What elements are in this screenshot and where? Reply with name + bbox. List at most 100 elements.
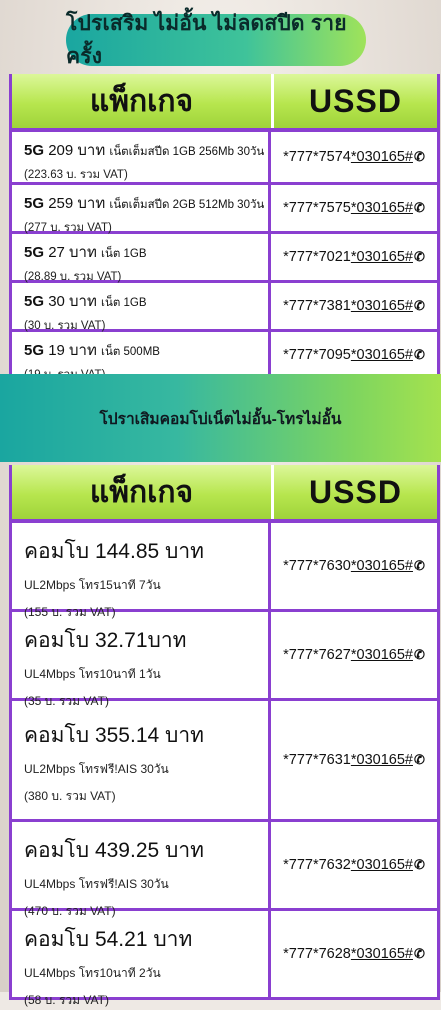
package-line: 5G 19 บาท เน็ต 500MB — [24, 338, 268, 362]
ussd-code[interactable]: *777*7021 *030165# ✆ — [271, 234, 437, 280]
ussd-code-suffix: *030165# — [350, 647, 413, 663]
ussd-code-suffix: *030165# — [350, 946, 413, 962]
ussd-code-suffix: *030165# — [350, 200, 413, 216]
network-badge: 5G — [24, 142, 45, 159]
ussd-code[interactable]: *777*7632 *030165# ✆ — [271, 822, 437, 908]
ussd-code-part: *777*7628 — [283, 946, 351, 962]
ussd-code-part: *777*7095 — [283, 347, 351, 363]
combo-rows: คอมโบ 144.85 บาท UL2Mbps โทร15นาที 7วัน (1… — [12, 523, 437, 1007]
ussd-code-part: *777*7631 — [283, 752, 351, 768]
combo-description: UL4Mbps โทร10นาที 2วัน — [24, 966, 161, 980]
table-row: คอมโบ 144.85 บาท UL2Mbps โทร15นาที 7วัน (1… — [12, 523, 437, 619]
package-line: 5G 27 บาท เน็ต 1GB — [24, 240, 268, 264]
combo-title: คอมโบ 355.14 บาท — [24, 724, 204, 747]
ussd-code[interactable]: *777*7574 *030165# ✆ — [271, 132, 437, 182]
package-cell: 5G 27 บาท เน็ต 1GB (28.89 บ. รวม VAT) — [12, 234, 271, 283]
ussd-code[interactable]: *777*7630 *030165# ✆ — [271, 523, 437, 609]
phone-icon[interactable]: ✆ — [414, 752, 425, 768]
page-title: โปรเสริม ไม่อั้น ไม่ลดสปีด รายครั้ง — [66, 12, 366, 68]
package-price: 30 บาท — [48, 293, 97, 310]
table-row: คอมโบ 32.71บาท UL4Mbps โทร10นาที 1วัน (35 … — [12, 612, 437, 708]
ussd-code-part: *777*7575 — [283, 200, 351, 216]
package-cell: คอมโบ 355.14 บาท UL2Mbps โทรฟรี!AIS 30วัน… — [12, 701, 271, 819]
package-price: 19 บาท — [48, 342, 97, 359]
combo-vat: (58 บ. รวม VAT) — [24, 993, 109, 1007]
promo-table: แพ็กเกจ USSD 5G 209 บาท เน็ตเต็มสปีด 1GB… — [9, 74, 440, 381]
package-cell: 5G 19 บาท เน็ต 500MB(19 บ. รวม VAT) — [12, 332, 271, 381]
ussd-code[interactable]: *777*7631 *030165# ✆ — [271, 701, 437, 819]
package-price: 27 บาท — [48, 244, 97, 261]
network-badge: 5G — [24, 244, 45, 261]
network-badge: 5G — [24, 195, 45, 212]
package-cell: คอมโบ 439.25 บาท UL4Mbps โทรฟรี!AIS 30วัน… — [12, 822, 271, 918]
combo-title: คอมโบ 54.21 บาท — [24, 928, 193, 951]
ussd-code[interactable]: *777*7575 *030165# ✆ — [271, 185, 437, 231]
phone-icon[interactable]: ✆ — [414, 249, 425, 265]
package-cell: 5G 209 บาท เน็ตเต็มสปีด 1GB 256Mb 30วัน (… — [12, 132, 271, 182]
combo-table: แพ็กเกจ USSD คอมโบ 144.85 บาท UL2Mbps โทร… — [9, 465, 440, 1007]
package-cell: 5G 30 บาท เน็ต 1GB (30 บ. รวม VAT) — [12, 283, 271, 332]
package-line: 5G 209 บาท เน็ตเต็มสปีด 1GB 256Mb 30วัน — [24, 138, 268, 162]
combo-description: UL2Mbps โทรฟรี!AIS 30วัน — [24, 762, 169, 776]
phone-icon[interactable]: ✆ — [414, 647, 425, 663]
ussd-code-part: *777*7627 — [283, 647, 351, 663]
ussd-code-part: *777*7574 — [283, 149, 351, 165]
ussd-code[interactable]: *777*7381 *030165# ✆ — [271, 283, 437, 329]
phone-icon[interactable]: ✆ — [414, 558, 425, 574]
table-row: 5G 209 บาท เน็ตเต็มสปีด 1GB 256Mb 30วัน (… — [12, 132, 437, 185]
phone-icon[interactable]: ✆ — [414, 946, 425, 962]
combo-title: คอมโบ 144.85 บาท — [24, 540, 204, 563]
ussd-code[interactable]: *777*7628 *030165# ✆ — [271, 911, 437, 997]
ussd-code-part: *777*7381 — [283, 298, 351, 314]
ussd-code-part: *777*7630 — [283, 558, 351, 574]
column-header-package: แพ็กเกจ — [12, 74, 274, 128]
phone-icon[interactable]: ✆ — [414, 857, 425, 873]
package-price: 259 บาท — [48, 195, 106, 212]
phone-icon[interactable]: ✆ — [414, 298, 425, 314]
combo-section-banner: โปราเสิมคอมโบ่เน็ตไม่อั้น-โทรไม่อั้น — [0, 374, 441, 462]
ussd-code[interactable]: *777*7627 *030165# ✆ — [271, 612, 437, 698]
package-line: 5G 259 บาท เน็ตเต็มสปีด 2GB 512Mb 30วัน — [24, 191, 268, 215]
table-row: 5G 30 บาท เน็ต 1GB (30 บ. รวม VAT) *777*73… — [12, 283, 437, 332]
combo-description: UL4Mbps โทร10นาที 1วัน — [24, 667, 161, 681]
table-row: คอมโบ 439.25 บาท UL4Mbps โทรฟรี!AIS 30วัน… — [12, 822, 437, 918]
phone-icon[interactable]: ✆ — [414, 200, 425, 216]
package-cell: คอมโบ 32.71บาท UL4Mbps โทร10นาที 1วัน (35 … — [12, 612, 271, 708]
page-title-text: โปรเสริม ไม่อั้น ไม่ลดสปีด รายครั้ง — [66, 12, 347, 68]
phone-icon[interactable]: ✆ — [414, 347, 425, 363]
phone-icon[interactable]: ✆ — [414, 149, 425, 165]
table-row: 5G 27 บาท เน็ต 1GB (28.89 บ. รวม VAT) *777… — [12, 234, 437, 283]
combo-vat: (380 บ. รวม VAT) — [24, 789, 116, 803]
ussd-code-part: *777*7021 — [283, 249, 351, 265]
package-line: 5G 30 บาท เน็ต 1GB — [24, 289, 268, 313]
combo-title: คอมโบ 32.71บาท — [24, 629, 187, 652]
ussd-code-suffix: *030165# — [350, 752, 413, 768]
ussd-code[interactable]: *777*7095 *030165# ✆ — [271, 332, 437, 378]
combo-section-title: โปราเสิมคอมโบ่เน็ตไม่อั้น-โทรไม่อั้น — [99, 410, 342, 428]
package-cell: คอมโบ 144.85 บาท UL2Mbps โทร15นาที 7วัน (1… — [12, 523, 271, 619]
package-detail: เน็ต 500MB — [101, 346, 160, 358]
column-header-ussd: USSD — [309, 473, 402, 510]
promo-rows: 5G 209 บาท เน็ตเต็มสปีด 1GB 256Mb 30วัน (… — [12, 132, 437, 381]
network-badge: 5G — [24, 293, 45, 310]
table-row: คอมโบ 355.14 บาท UL2Mbps โทรฟรี!AIS 30วัน… — [12, 701, 437, 822]
ussd-code-suffix: *030165# — [350, 558, 413, 574]
ussd-code-suffix: *030165# — [350, 249, 413, 265]
combo-description: UL2Mbps โทร15นาที 7วัน — [24, 578, 161, 592]
package-detail: เน็ตเต็มสปีด 2GB 512Mb 30วัน — [109, 199, 265, 211]
package-vat: (223.63 บ. รวม VAT) — [24, 169, 128, 181]
ussd-code-suffix: *030165# — [350, 149, 413, 165]
package-detail: เน็ต 1GB — [101, 248, 147, 260]
table-header: แพ็กเกจ USSD — [12, 74, 437, 132]
table-row: 5G 259 บาท เน็ตเต็มสปีด 2GB 512Mb 30วัน(… — [12, 185, 437, 234]
network-badge: 5G — [24, 342, 45, 359]
ussd-code-suffix: *030165# — [350, 347, 413, 363]
combo-description: UL4Mbps โทรฟรี!AIS 30วัน — [24, 877, 169, 891]
ussd-code-suffix: *030165# — [350, 857, 413, 873]
package-detail: เน็ต 1GB — [101, 297, 147, 309]
package-detail: เน็ตเต็มสปีด 1GB 256Mb 30วัน — [109, 146, 265, 158]
package-cell: คอมโบ 54.21 บาท UL4Mbps โทร10นาที 2วัน (58… — [12, 911, 271, 1007]
table-header: แพ็กเกจ USSD — [12, 465, 437, 523]
column-header-package: แพ็กเกจ — [12, 465, 274, 519]
package-price: 209 บาท — [48, 142, 106, 159]
